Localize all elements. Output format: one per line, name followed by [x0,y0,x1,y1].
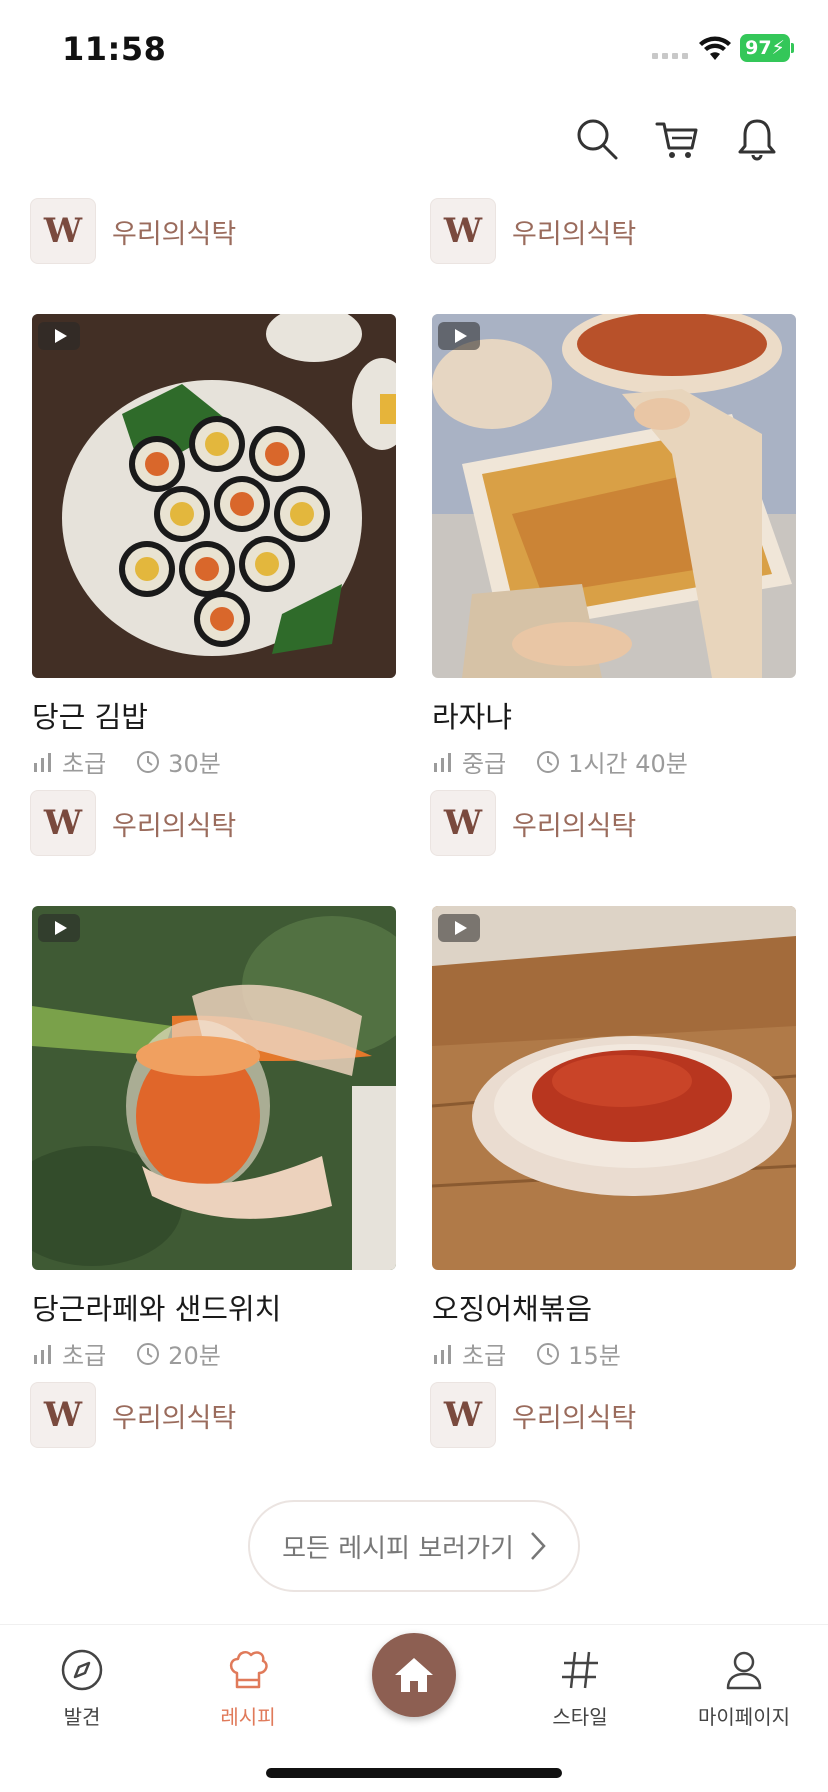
author-row[interactable]: W 우리의식탁 [430,790,636,856]
person-icon [726,1651,762,1690]
author-logo: W [30,198,96,264]
compass-icon [61,1649,103,1691]
clock-icon [137,750,160,773]
author-row[interactable]: W 우리의식탁 [430,198,636,264]
author-name: 우리의식탁 [512,1402,637,1434]
view-all-recipes-button[interactable]: 모든 레시피 보러가기 [248,1500,580,1592]
recipe-meta: 초급 20분 [32,1336,221,1371]
author-logo: W [430,198,496,264]
author-row[interactable]: W 우리의식탁 [30,198,236,264]
recipe-meta: 중급 1시간 40분 [432,744,688,779]
hashtag-icon [562,1651,598,1689]
recipe-time: 15분 [568,1342,621,1370]
tab-label: 발견 [63,1705,101,1729]
clock-icon [137,1342,160,1365]
recipe-title[interactable]: 오징어채볶음 [432,1286,592,1328]
tab-label: 레시피 [220,1705,276,1729]
search-icon[interactable] [574,116,620,162]
recipe-level: 초급 [62,1342,107,1370]
tab-bar: 발견 레시피 스타일 마이페이지 [0,1624,828,1792]
recipe-time: 30분 [168,750,221,778]
recipe-image-carrot-kimbap[interactable] [32,314,396,678]
tab-label: 마이페이지 [698,1705,790,1729]
chef-hat-icon [229,1650,268,1689]
author-logo: W [30,1382,96,1448]
author-name: 우리의식탁 [512,218,637,250]
chevron-right-icon [530,1532,546,1560]
recipe-time: 20분 [168,1342,221,1370]
view-all-label: 모든 레시피 보러가기 [282,1533,514,1564]
status-bar: 11:58 97 ⚡ [0,0,828,96]
home-icon [395,1658,433,1692]
clock-icon [537,750,560,773]
clock-icon [537,1342,560,1365]
author-name: 우리의식탁 [512,810,637,842]
difficulty-icon [434,752,451,772]
home-button[interactable] [372,1633,456,1717]
author-row[interactable]: W 우리의식탁 [430,1382,636,1448]
status-time: 11:58 [62,30,167,68]
tab-label: 스타일 [552,1705,608,1729]
video-play-icon [438,914,480,942]
author-name: 우리의식탁 [112,1402,237,1434]
video-play-icon [438,322,480,350]
author-logo: W [430,790,496,856]
recipe-level: 중급 [462,750,507,778]
recipe-image-squid-stirfry[interactable] [432,906,796,1270]
tab-recipes[interactable]: 레시피 [178,1647,318,1730]
recipe-level: 초급 [62,750,107,778]
battery-level: 97 [745,37,772,59]
recipe-title[interactable]: 당근 김밥 [32,694,148,736]
battery-tip [791,43,794,53]
video-play-icon [38,914,80,942]
recipe-image-carrot-rapee[interactable] [32,906,396,1270]
home-indicator [266,1768,562,1778]
author-name: 우리의식탁 [112,218,237,250]
recipe-time: 1시간 40분 [568,750,688,778]
video-play-icon [38,322,80,350]
author-logo: W [30,790,96,856]
author-row[interactable]: W 우리의식탁 [30,790,236,856]
cellular-signal-icon [652,53,688,59]
tab-style[interactable]: 스타일 [510,1647,650,1730]
tab-discover[interactable]: 발견 [12,1647,152,1730]
difficulty-icon [34,752,51,772]
recipe-level: 초급 [462,1342,507,1370]
difficulty-icon [34,1344,51,1364]
battery-icon: 97 ⚡ [740,34,790,62]
cart-icon[interactable] [654,116,700,162]
recipe-meta: 초급 15분 [432,1336,621,1371]
recipe-meta: 초급 30분 [32,744,221,779]
tab-mypage[interactable]: 마이페이지 [674,1647,814,1730]
author-row[interactable]: W 우리의식탁 [30,1382,236,1448]
recipe-title[interactable]: 당근라페와 샌드위치 [32,1286,281,1328]
difficulty-icon [434,1344,451,1364]
author-logo: W [430,1382,496,1448]
wifi-icon [699,36,731,60]
author-name: 우리의식탁 [112,810,237,842]
recipe-image-lasagna[interactable] [432,314,796,678]
bell-icon[interactable] [734,116,780,162]
recipe-title[interactable]: 라자냐 [432,694,512,736]
